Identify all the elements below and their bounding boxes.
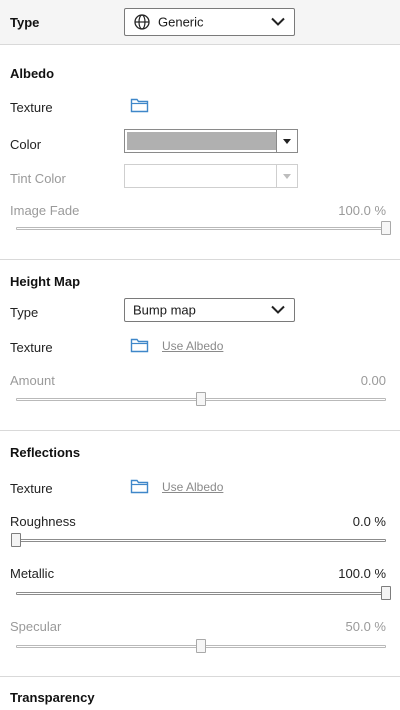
height-map-type-label: Type bbox=[10, 305, 39, 320]
metallic-label: Metallic bbox=[10, 566, 55, 581]
divider bbox=[0, 676, 400, 677]
amount-label: Amount bbox=[10, 373, 55, 388]
roughness-slider-thumb[interactable] bbox=[11, 533, 21, 547]
metallic-slider-track[interactable] bbox=[16, 592, 386, 595]
folder-icon[interactable] bbox=[130, 97, 150, 113]
divider bbox=[0, 259, 400, 260]
divider bbox=[0, 44, 400, 45]
image-fade-slider-track[interactable] bbox=[16, 227, 386, 230]
globe-icon bbox=[134, 14, 150, 30]
image-fade-label: Image Fade bbox=[10, 203, 80, 218]
chevron-down-icon bbox=[271, 305, 285, 314]
type-header: Type Generic bbox=[0, 0, 400, 44]
amount-slider-thumb[interactable] bbox=[196, 392, 206, 406]
amount-value: 0.00 bbox=[360, 373, 386, 388]
roughness-slider-track[interactable] bbox=[16, 539, 386, 542]
color-dropdown-button[interactable] bbox=[276, 130, 297, 152]
reflections-texture-label: Texture bbox=[10, 481, 53, 496]
specular-value: 50.0 % bbox=[345, 619, 386, 634]
image-fade-slider-thumb[interactable] bbox=[381, 221, 391, 235]
albedo-section-title: Albedo bbox=[10, 66, 55, 81]
albedo-color-label: Color bbox=[10, 137, 42, 152]
specular-label: Specular bbox=[10, 619, 62, 634]
specular-slider-thumb[interactable] bbox=[196, 639, 206, 653]
height-map-section-title: Height Map bbox=[10, 274, 81, 289]
divider bbox=[0, 430, 400, 431]
height-map-use-albedo-link[interactable]: Use Albedo bbox=[162, 339, 223, 353]
type-label: Type bbox=[10, 15, 40, 30]
reflections-section-title: Reflections bbox=[10, 445, 81, 460]
color-swatch bbox=[127, 132, 276, 150]
tint-color-label: Tint Color bbox=[10, 171, 66, 186]
albedo-color-picker[interactable] bbox=[124, 129, 298, 153]
height-map-type-dropdown[interactable]: Bump map bbox=[124, 298, 295, 322]
metallic-slider-thumb[interactable] bbox=[381, 586, 391, 600]
reflections-use-albedo-link[interactable]: Use Albedo bbox=[162, 480, 223, 494]
roughness-value: 0.0 % bbox=[352, 514, 386, 529]
folder-icon[interactable] bbox=[130, 478, 150, 494]
height-map-type-value: Bump map bbox=[133, 302, 196, 318]
roughness-label: Roughness bbox=[10, 514, 76, 529]
tint-color-picker[interactable] bbox=[124, 164, 298, 188]
chevron-down-icon bbox=[271, 17, 285, 26]
metallic-value: 100.0 % bbox=[338, 566, 386, 581]
height-map-texture-label: Texture bbox=[10, 340, 53, 355]
material-type-value: Generic bbox=[158, 14, 204, 30]
folder-icon[interactable] bbox=[130, 337, 150, 353]
tint-dropdown-button[interactable] bbox=[276, 165, 297, 187]
material-type-dropdown[interactable]: Generic bbox=[124, 8, 295, 36]
albedo-texture-label: Texture bbox=[10, 100, 53, 115]
transparency-section-title: Transparency bbox=[10, 690, 95, 705]
image-fade-value: 100.0 % bbox=[338, 203, 386, 218]
caret-down-icon bbox=[283, 174, 291, 179]
caret-down-icon bbox=[283, 139, 291, 144]
